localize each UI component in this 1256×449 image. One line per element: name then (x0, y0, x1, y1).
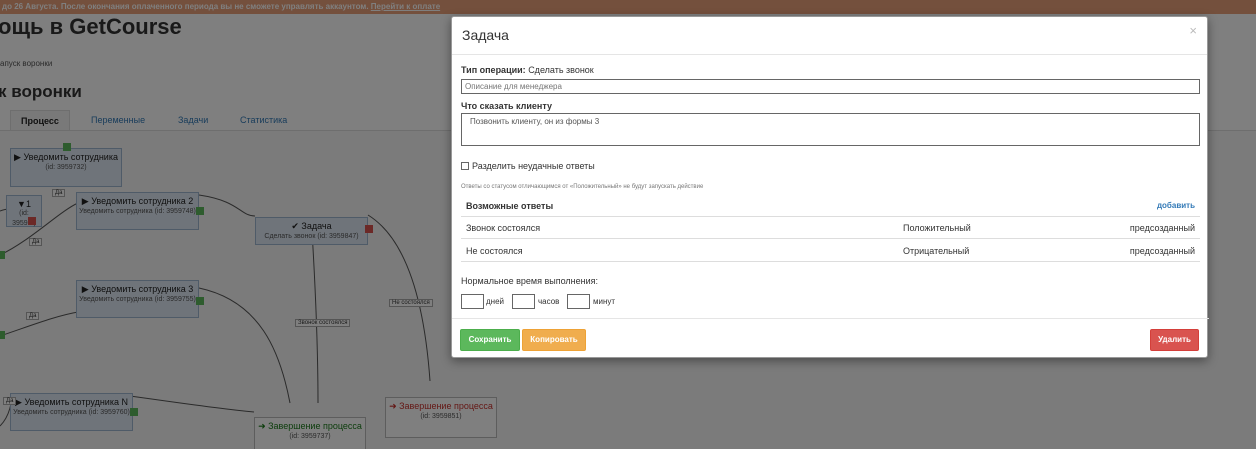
normal-time-label: Нормальное время выполнения: (461, 276, 599, 286)
answer-text: Не состоялся (466, 246, 523, 256)
answer-kind: предсозданный (1129, 223, 1195, 233)
answer-text: Звонок состоялся (466, 223, 541, 233)
minutes-input[interactable] (567, 294, 590, 309)
op-type-label: Тип операции: (461, 65, 526, 75)
say-to-client-textarea[interactable]: Позвонить клиенту, он из формы 3 (461, 113, 1200, 146)
op-type-value: Сделать звонок (528, 65, 594, 75)
answer-status: Положительный (903, 223, 971, 233)
days-input[interactable] (461, 294, 484, 309)
split-failed-checkbox[interactable] (461, 162, 469, 170)
copy-button[interactable]: Копировать (522, 329, 586, 351)
minutes-label: минут (593, 297, 616, 306)
answer-kind: предсозданный (1129, 246, 1195, 256)
hours-input[interactable] (512, 294, 535, 309)
answers-header: Возможные ответы добавить (461, 198, 1200, 217)
say-to-client-label: Что сказать клиенту (461, 101, 552, 111)
save-button[interactable]: Сохранить (460, 329, 520, 351)
hours-label: часов (538, 297, 560, 306)
modal-footer: Сохранить Копировать Удалить (452, 318, 1209, 359)
answer-status: Отрицательный (903, 246, 970, 256)
add-answer-link[interactable]: добавить (1157, 201, 1195, 210)
close-icon[interactable]: × (1189, 23, 1197, 38)
say-to-client-value: Позвонить клиенту, он из формы 3 (470, 117, 600, 126)
answer-row[interactable]: Звонок состоялся Положительный предсозда… (461, 217, 1200, 239)
modal-header: Задача × (452, 17, 1207, 55)
days-label: дней (486, 297, 505, 306)
answer-row[interactable]: Не состоялся Отрицательный предсозданный (461, 240, 1200, 262)
answers-hint: Ответы со статусом отличающимся от «Поло… (461, 184, 704, 190)
manager-description-input[interactable] (461, 79, 1200, 94)
modal-title: Задача (462, 27, 509, 43)
split-failed-label: Разделить неудачные ответы (472, 161, 595, 171)
answers-title: Возможные ответы (466, 201, 554, 211)
operation-type: Тип операции: Сделать звонок (461, 65, 594, 75)
delete-button[interactable]: Удалить (1150, 329, 1199, 351)
task-modal: Задача × Тип операции: Сделать звонок Чт… (451, 16, 1209, 359)
modal-body: Тип операции: Сделать звонок Что сказать… (452, 55, 1209, 318)
